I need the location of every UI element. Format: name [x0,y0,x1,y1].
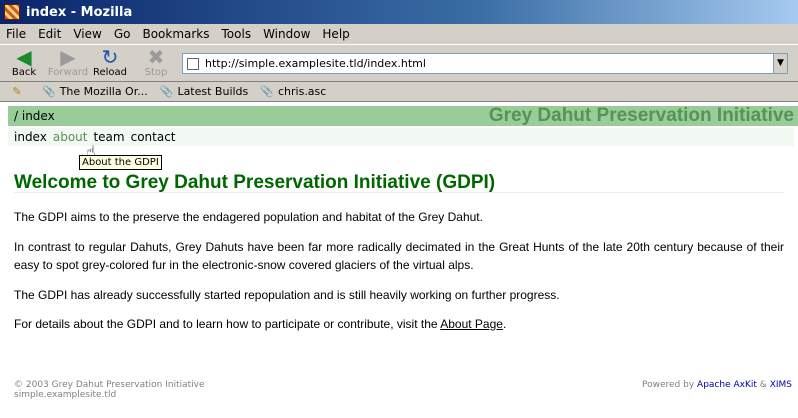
stop-button[interactable]: ✖ Stop [134,47,178,81]
menu-window[interactable]: Window [257,27,316,41]
footer-copyright: © 2003 Grey Dahut Preservation Initiativ… [14,380,205,390]
tooltip: About the GDPI [79,155,162,170]
navigation-toolbar: ◀ Back ▶ Forward ↻ Reload ✖ Stop http://… [0,44,798,82]
stop-label: Stop [144,67,168,78]
window-titlebar: index - Mozilla [0,0,798,24]
paragraph-progress: The GDPI has already successfully starte… [14,288,560,302]
menu-help[interactable]: Help [316,27,355,41]
back-button[interactable]: ◀ Back [2,47,46,81]
footer-domain: simple.examplesite.tld [14,390,117,400]
page-icon [187,57,199,70]
bookmark-icon: 📎 [159,85,174,98]
menu-file[interactable]: File [0,27,32,41]
bookmark-icon: 📎 [42,85,56,98]
axkit-link[interactable]: Apache AxKit [697,380,757,390]
site-header-bar: / index Grey Dahut Preservation Initiati… [8,105,798,126]
page-content: / index Grey Dahut Preservation Initiati… [0,104,798,418]
mozilla-app-icon [4,4,20,20]
back-label: Back [11,67,37,78]
footer-left: © 2003 Grey Dahut Preservation Initiativ… [14,380,205,400]
bookmark-label: The Mozilla Or... [59,85,148,98]
breadcrumb: / index [14,109,55,123]
bookmark-label: chris.asc [277,85,327,98]
reload-button[interactable]: ↻ Reload [88,47,132,81]
window-title: index - Mozilla [26,4,133,20]
bookmark-mozilla[interactable]: 📎 The Mozilla Or... [42,85,148,98]
bookmarks-icon[interactable]: ✎ [8,85,26,98]
forward-label: Forward [47,67,89,78]
headline-divider [14,192,784,193]
forward-arrow-icon: ▶ [60,45,76,69]
footer-right: Powered by Apache AxKit & XIMS [642,380,792,390]
page-headline: Welcome to Grey Dahut Preservation Initi… [14,172,496,193]
bookmark-latest-builds[interactable]: 📎 Latest Builds [160,85,249,98]
site-nav-index[interactable]: index [14,130,47,144]
about-page-link[interactable]: About Page [440,317,503,331]
menu-edit[interactable]: Edit [32,27,67,41]
back-arrow-icon: ◀ [16,45,32,69]
footer-powered-label: Powered by [642,380,695,390]
details-period: . [502,317,507,331]
menubar: File Edit View Go Bookmarks Tools Window… [0,24,798,44]
site-nav: index about team contact [8,128,794,146]
footer-and: & [759,380,767,390]
paragraph-intro: The GDPI aims to the preserve the endage… [14,210,483,224]
details-text: For details about the GDPI and to learn … [14,317,441,331]
bookmark-label: Latest Builds [177,85,249,98]
site-nav-contact[interactable]: contact [131,130,176,144]
bookmark-chris-asc[interactable]: 📎 chris.asc [260,85,326,98]
bookmarks-toolbar: ✎ 📎 The Mozilla Or... 📎 Latest Builds 📎 … [0,82,798,102]
ximss-link[interactable]: XIMS [770,380,792,390]
forward-button[interactable]: ▶ Forward [46,47,90,81]
menu-bookmarks[interactable]: Bookmarks [136,27,215,41]
menu-go[interactable]: Go [108,27,137,41]
url-bar[interactable]: http://simple.examplesite.tld/index.html… [182,53,788,74]
menu-tools[interactable]: Tools [216,27,258,41]
url-text: http://simple.examplesite.tld/index.html [205,57,426,70]
stop-icon: ✖ [147,45,165,69]
reload-icon: ↻ [101,45,119,69]
site-nav-about[interactable]: about [53,130,88,144]
site-title: Grey Dahut Preservation Initiative [488,105,794,126]
menu-view[interactable]: View [67,27,107,41]
reload-label: Reload [92,67,128,78]
bookmark-icon: 📎 [260,85,274,98]
site-nav-team[interactable]: team [93,130,124,144]
url-dropdown-icon[interactable]: ▼ [773,54,787,73]
paragraph-history: In contrast to regular Dahuts, Grey Dahu… [14,240,784,272]
paragraph-details: For details about the GDPI and to learn … [14,315,784,333]
